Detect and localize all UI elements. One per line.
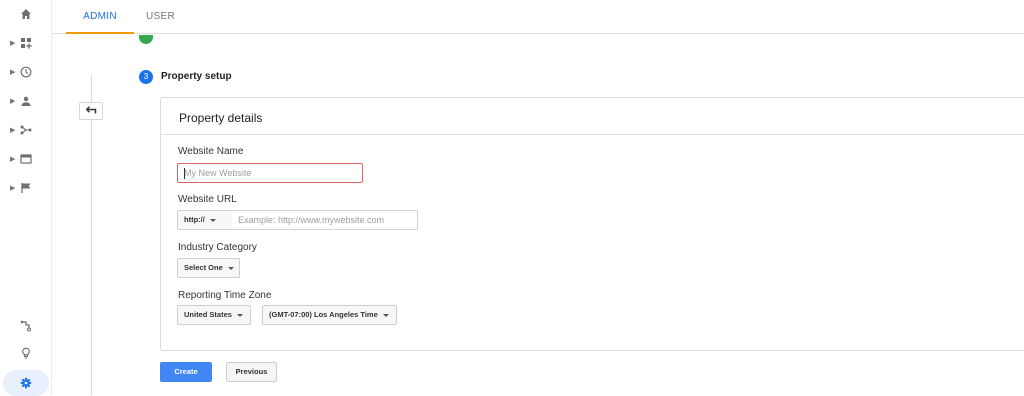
tab-admin[interactable]: ADMIN <box>68 0 132 34</box>
realtime-icon <box>19 65 33 79</box>
website-url-label: Website URL <box>178 194 237 205</box>
expand-caret-icon: ▶ <box>10 68 15 76</box>
chevron-down-icon <box>210 219 216 222</box>
expand-caret-icon: ▶ <box>10 184 15 192</box>
sidebar-item-realtime[interactable]: ▶ <box>0 59 52 85</box>
back-arrow-icon <box>86 102 97 120</box>
expand-caret-icon: ▶ <box>10 97 15 105</box>
conversions-icon <box>19 181 33 195</box>
expand-caret-icon: ▶ <box>10 126 15 134</box>
back-button[interactable] <box>79 102 103 120</box>
industry-selected-value: Select One <box>184 263 223 272</box>
audience-icon <box>19 94 33 108</box>
admin-gear-icon <box>19 376 33 390</box>
protocol-dropdown[interactable]: http:// <box>177 210 233 230</box>
sidebar-item-discover[interactable] <box>0 313 52 339</box>
timezone-country-value: United States <box>184 310 232 319</box>
chevron-down-icon <box>383 314 389 317</box>
create-button[interactable]: Create <box>160 362 212 382</box>
card-title: Property details <box>179 111 262 125</box>
industry-category-dropdown[interactable]: Select One <box>177 258 240 278</box>
behavior-icon <box>19 152 33 166</box>
expand-caret-icon: ▶ <box>10 39 15 47</box>
website-name-input[interactable]: My New Website <box>177 163 363 183</box>
sidebar-item-admin[interactable] <box>0 370 52 396</box>
website-name-label: Website Name <box>178 146 243 157</box>
sidebar-item-acquisition[interactable]: ▶ <box>0 117 52 143</box>
step-title: Property setup <box>161 69 232 85</box>
text-cursor <box>184 168 185 179</box>
industry-category-label: Industry Category <box>178 242 257 253</box>
acquisition-icon <box>19 123 33 137</box>
discover-icon <box>19 319 33 333</box>
website-url-input[interactable]: Example: http://www.mywebsite.com <box>232 210 418 230</box>
expand-caret-icon: ▶ <box>10 155 15 163</box>
card-divider <box>161 134 1024 135</box>
sidebar-item-home[interactable] <box>0 1 52 27</box>
admin-tabs: ADMIN USER <box>52 0 1024 34</box>
timezone-country-dropdown[interactable]: United States <box>177 305 251 325</box>
left-nav-sidebar: ▶ ▶ ▶ ▶ ▶ ▶ <box>0 0 52 395</box>
chevron-down-icon <box>237 314 243 317</box>
timezone-zone-value: (GMT-07:00) Los Angeles Time <box>269 310 378 319</box>
sidebar-item-insights[interactable] <box>0 340 52 366</box>
step-connector-line <box>91 75 92 395</box>
timezone-zone-dropdown[interactable]: (GMT-07:00) Los Angeles Time <box>262 305 397 325</box>
previous-button[interactable]: Previous <box>226 362 277 382</box>
website-name-placeholder: My New Website <box>184 168 251 178</box>
home-icon <box>19 7 33 21</box>
step-number-badge: 3 <box>139 70 153 84</box>
sidebar-item-audience[interactable]: ▶ <box>0 88 52 114</box>
chevron-down-icon <box>228 267 234 270</box>
active-tab-underline <box>66 32 134 34</box>
tab-user[interactable]: USER <box>146 0 175 34</box>
lightbulb-icon <box>19 346 33 360</box>
reporting-time-zone-label: Reporting Time Zone <box>178 290 271 301</box>
sidebar-item-conversions[interactable]: ▶ <box>0 175 52 201</box>
completed-step-indicator <box>139 35 153 44</box>
customization-icon <box>19 36 33 50</box>
protocol-value: http:// <box>184 215 205 224</box>
sidebar-item-behavior[interactable]: ▶ <box>0 146 52 172</box>
sidebar-item-customization[interactable]: ▶ <box>0 30 52 56</box>
